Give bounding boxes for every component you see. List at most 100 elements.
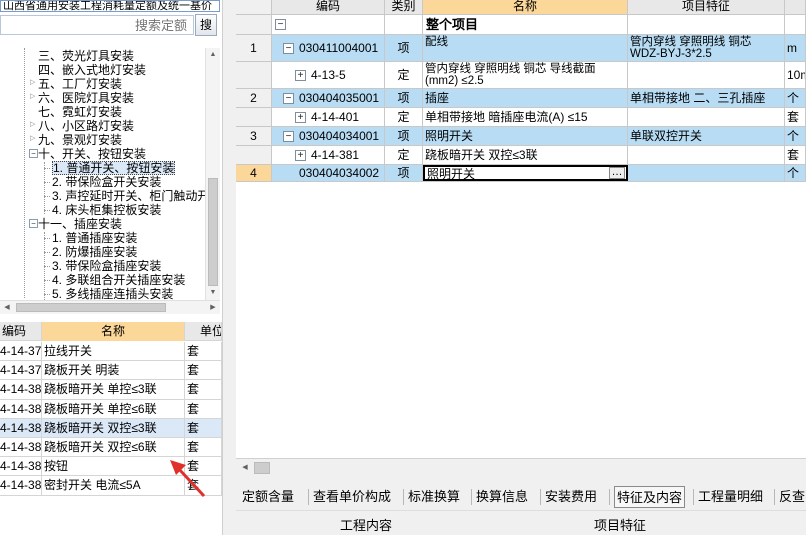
tree-node[interactable]: 四、嵌入式地灯安装 (38, 63, 146, 77)
search-button[interactable]: 搜 (195, 14, 217, 36)
expand-arrow-icon[interactable]: ▷ (30, 76, 35, 90)
table-row[interactable]: 4-14-38 跷板暗开关 双控≤3联套 (0, 418, 222, 439)
table-row[interactable]: 4-14-38 跷板暗开关 单控≤3联套 (0, 380, 222, 400)
grid-header: 编码 类别 名称 项目特征 (236, 0, 806, 15)
quota-name: 跷板暗开关 双控≤6联 (42, 438, 185, 457)
expand-arrow-icon[interactable]: ▷ (30, 118, 35, 132)
quota-row[interactable]: +4-14-381 定跷板暗开关 双控≤3联套 (236, 146, 806, 165)
row-number: 3 (236, 127, 272, 145)
tree-node[interactable]: 1. 普通开关、按钮安装 (52, 161, 176, 175)
collapse-icon[interactable]: − (29, 219, 38, 228)
tree-node[interactable]: 2. 带保险盒开关安装 (52, 175, 161, 189)
tree-node[interactable]: 六、医院灯具安装 (38, 91, 134, 105)
tab-4[interactable]: 安装费用 (545, 486, 597, 508)
panel-splitter[interactable] (222, 0, 236, 535)
scroll-right-icon[interactable]: ▶ (206, 301, 220, 315)
expand-arrow-icon[interactable]: ▷ (30, 90, 35, 104)
tree-guide (44, 162, 45, 214)
item-unit: m (785, 35, 806, 61)
item-unit: 套 (785, 146, 806, 164)
expand-icon[interactable]: + (295, 150, 306, 161)
scroll-down-icon[interactable]: ▼ (206, 286, 220, 300)
root-label: 整个项目 (423, 15, 628, 34)
collapse-icon[interactable]: − (275, 19, 286, 30)
tree-node[interactable]: 九、景观灯安装 (38, 133, 122, 147)
header-code[interactable]: 编码 (272, 0, 385, 14)
tree-node[interactable]: 七、霓虹灯安装 (38, 105, 122, 119)
detail-header: 工程内容 项目特征 (236, 510, 806, 535)
root-row[interactable]: − 整个项目 (236, 15, 806, 35)
tree-node[interactable]: 3. 带保险盒插座安装 (52, 259, 161, 273)
red-arrow-annotation (170, 460, 206, 498)
quota-unit: 套 (185, 342, 222, 361)
table-row[interactable]: 4-14-37 跷板开关 明装套 (0, 361, 222, 381)
ellipsis-button[interactable]: … (609, 167, 625, 179)
tree-node[interactable]: 2. 防爆插座安装 (52, 245, 137, 259)
scroll-up-icon[interactable]: ▲ (206, 48, 220, 62)
item-feature: 单相带接地 二、三孔插座 (628, 89, 785, 107)
tab-7[interactable]: 反查 (779, 486, 805, 508)
tree-node[interactable]: 3. 声控延时开关、柜门触动开关安装 (52, 189, 206, 203)
header-name[interactable]: 名称 (423, 0, 628, 14)
header-name[interactable]: 名称 (42, 322, 185, 341)
quota-library-combo[interactable]: 山西省通用安装工程消耗量定额及统一基价 (0, 0, 220, 12)
bill-item-row[interactable]: 3−030404034001 项照明开关 单联双控开关个 (236, 127, 806, 146)
tab-2[interactable]: 标准换算 (408, 486, 460, 508)
collapse-icon[interactable]: − (29, 149, 38, 158)
tab-0[interactable]: 定额含量 (242, 486, 294, 508)
collapse-icon[interactable]: − (283, 93, 294, 104)
scroll-thumb[interactable] (16, 303, 166, 312)
header-unit[interactable]: 单位 (185, 322, 222, 341)
tree-vertical-scrollbar[interactable]: ▲ ▼ (205, 48, 220, 300)
header-rownum (236, 0, 272, 14)
scroll-left-icon[interactable]: ◀ (238, 461, 252, 475)
table-row[interactable]: 4-14-37 拉线开关套 (0, 342, 222, 362)
tree-node[interactable]: 十一、插座安装 (38, 217, 122, 231)
tree-node[interactable]: 1. 普通插座安装 (52, 231, 137, 245)
tree-guide (44, 232, 45, 300)
bill-item-row[interactable]: 2−030404035001 项插座 单相带接地 二、三孔插座个 (236, 89, 806, 108)
item-feature (628, 165, 785, 181)
scroll-left-icon[interactable]: ◀ (0, 301, 14, 315)
tree-node[interactable]: 五、工厂灯安装 (38, 77, 122, 91)
scroll-thumb[interactable] (254, 462, 270, 474)
collapse-icon[interactable]: − (283, 131, 294, 142)
quota-unit: 套 (185, 380, 222, 400)
expand-icon[interactable]: + (295, 70, 306, 81)
quota-table-header: 编码 名称 单位 (0, 322, 222, 342)
expand-icon[interactable]: + (295, 112, 306, 123)
table-row[interactable]: 4-14-38 跷板暗开关 双控≤6联套 (0, 438, 222, 458)
tree-node[interactable]: 4. 多联组合开关插座安装 (52, 273, 185, 287)
tab-6[interactable]: 工程量明细 (698, 486, 763, 508)
item-unit: 10m (785, 62, 806, 88)
header-code[interactable]: 编码 (0, 322, 42, 341)
expand-arrow-icon[interactable]: ▷ (30, 132, 35, 146)
grid-horizontal-scrollbar[interactable]: ◀ (236, 458, 806, 476)
tree-node[interactable]: 十、开关、按钮安装 (38, 147, 146, 161)
quota-row[interactable]: +4-13-5定管内穿线 穿照明线 铜芯 导线截面(mm2) ≤2.510m (236, 62, 806, 89)
scroll-thumb[interactable] (208, 178, 218, 286)
tab-1[interactable]: 查看单价构成 (313, 486, 391, 508)
tree-node[interactable]: 4. 床头柜集控板安装 (52, 203, 161, 217)
bill-item-row[interactable]: 1−030411004001 项配线 管内穿线 穿照明线 铜芯 WDZ-BYJ-3*… (236, 35, 806, 62)
tab-3[interactable]: 换算信息 (476, 486, 528, 508)
tree-node[interactable]: 三、荧光灯具安装 (38, 49, 134, 63)
tree-horizontal-scrollbar[interactable]: ◀ ▶ (0, 300, 220, 314)
tab-separator (693, 489, 694, 505)
quota-unit: 套 (185, 361, 222, 381)
bill-item-row[interactable]: 4 030404034002 项照明开关 … 个 (236, 165, 806, 182)
header-type[interactable]: 类别 (385, 0, 423, 14)
row-number (236, 62, 272, 88)
collapse-icon[interactable]: − (283, 43, 294, 54)
tree-node[interactable]: 八、小区路灯安装 (38, 119, 134, 133)
quota-code: 4-14-38 (0, 476, 42, 496)
header-feature[interactable]: 项目特征 (628, 0, 785, 14)
tree-node[interactable]: 5. 多线插座连插头安装 (52, 287, 173, 300)
tab-5[interactable]: 特征及内容 (614, 486, 686, 508)
name-edit-text[interactable]: 照明开关 (427, 167, 475, 180)
quota-row[interactable]: +4-14-401 定单相带接地 暗插座电流(A) ≤15 套 (236, 108, 806, 127)
item-code: −030411004001 (272, 35, 385, 61)
search-input[interactable] (0, 15, 194, 35)
header-unit[interactable] (785, 0, 806, 14)
table-row[interactable]: 4-14-38 跷板暗开关 单控≤6联套 (0, 399, 222, 419)
